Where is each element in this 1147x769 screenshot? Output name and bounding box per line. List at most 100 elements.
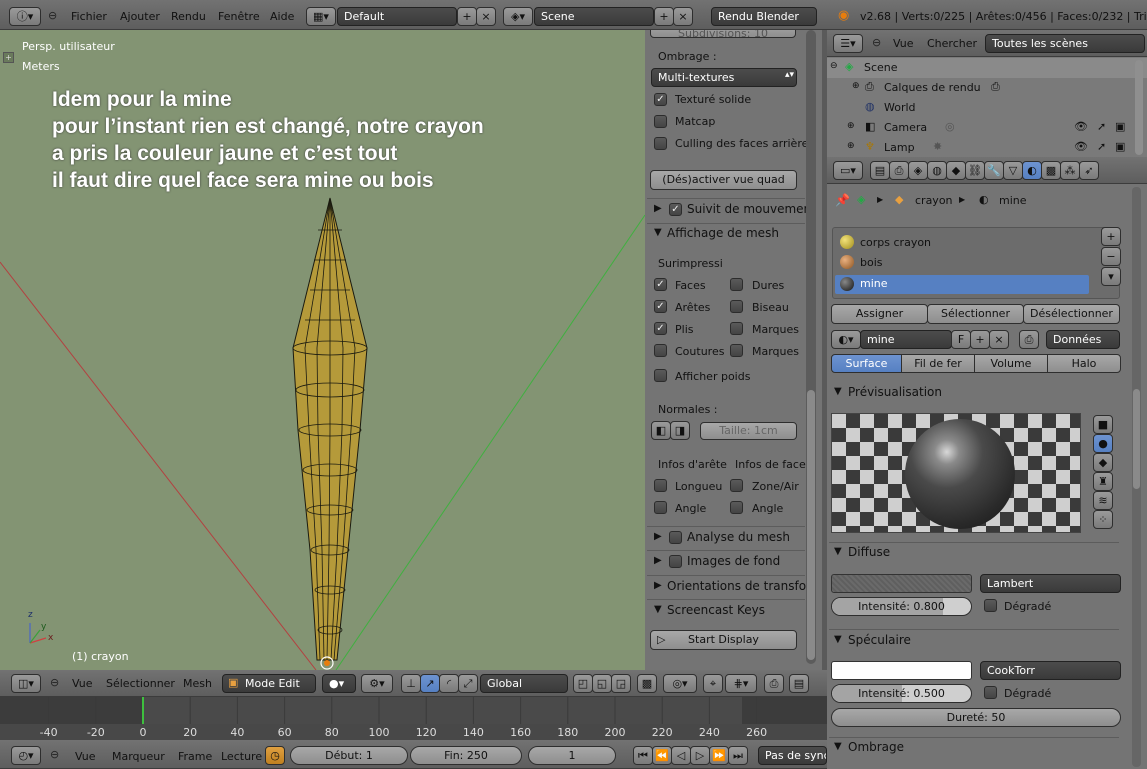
- add-material-icon[interactable]: +: [970, 330, 990, 349]
- preview-cube-icon[interactable]: ◆: [1093, 453, 1113, 472]
- start-frame-field[interactable]: Début: 1: [290, 746, 408, 765]
- visibility-eye-icon[interactable]: 👁: [1074, 140, 1088, 153]
- tab-layers-icon[interactable]: ⎙: [889, 161, 909, 180]
- vertex-select-icon[interactable]: ◰: [573, 674, 593, 693]
- outliner-filter-select[interactable]: Toutes les scènes: [985, 34, 1145, 53]
- textured-solid-checkbox[interactable]: ✓: [654, 93, 667, 106]
- tab-texture-icon[interactable]: ▩: [1041, 161, 1061, 180]
- menu-timeline-vue[interactable]: Vue: [75, 750, 96, 763]
- manipulator-toggle-icon[interactable]: ⊥: [401, 674, 421, 693]
- properties-scrollbar-thumb[interactable]: [1133, 389, 1140, 489]
- weights-checkbox[interactable]: [654, 369, 667, 382]
- outliner-row-camera[interactable]: ⊕ ◧ Camera ◎ 👁 ➚ ▣: [827, 118, 1147, 138]
- selectable-cursor-icon[interactable]: ➚: [1097, 120, 1106, 133]
- subdivisions-field[interactable]: Subdivisions: 10: [650, 30, 796, 38]
- tab-scene-icon[interactable]: ◈: [908, 161, 928, 180]
- sharp-checkbox[interactable]: [730, 278, 743, 291]
- preview-hair-icon[interactable]: ≋: [1093, 491, 1113, 510]
- menu-fenetre[interactable]: Fenêtre: [218, 10, 260, 23]
- panel-transform-orientations[interactable]: ▶ Orientations de transfor: [647, 579, 811, 601]
- specular-color-swatch[interactable]: [831, 661, 972, 680]
- menu-vue[interactable]: Vue: [72, 677, 93, 690]
- scene-icon[interactable]: ◈▾: [503, 7, 533, 26]
- end-frame-field[interactable]: Fin: 250: [410, 746, 522, 765]
- jump-start-icon[interactable]: ⏮: [633, 746, 653, 765]
- sync-mode-select[interactable]: Pas de sync: [758, 746, 827, 765]
- tab-material-icon[interactable]: ◐: [1022, 161, 1042, 180]
- specular-intensity-slider[interactable]: Intensité: 0.500: [831, 684, 972, 703]
- scale-manipulator-icon[interactable]: ⤢: [458, 674, 478, 693]
- outliner-row-render-layers[interactable]: ⊕ ⎙ Calques de rendu ⎙: [827, 78, 1147, 98]
- snap-element-icon[interactable]: ⋕▾: [725, 674, 757, 693]
- node-material-icon[interactable]: ⎙: [1019, 330, 1039, 349]
- expand-tree-icon[interactable]: ⊕: [847, 141, 855, 151]
- pivot-point-icon[interactable]: ⚙▾: [361, 674, 393, 693]
- background-images-checkbox[interactable]: [669, 555, 682, 568]
- editor-type-properties-icon[interactable]: ▭▾: [833, 161, 863, 180]
- layout-add-icon[interactable]: +: [457, 7, 477, 26]
- tab-data-icon[interactable]: ▽: [1003, 161, 1023, 180]
- material-browse-icon[interactable]: ◐▾: [831, 330, 861, 349]
- panel-screencast-keys[interactable]: ▼ Screencast Keys: [647, 603, 807, 625]
- vertex-normals-icon[interactable]: ◧: [651, 421, 671, 440]
- preview-monkey-icon[interactable]: ♜: [1093, 472, 1113, 491]
- collapse-icon[interactable]: ⊖: [50, 676, 59, 689]
- normal-size-field[interactable]: Taille: 1cm: [700, 422, 797, 440]
- bevel-checkbox[interactable]: [730, 300, 743, 313]
- motion-tracking-checkbox[interactable]: ✓: [669, 203, 682, 216]
- renderable-camera-icon[interactable]: ▣: [1115, 140, 1125, 153]
- backface-checkbox[interactable]: [654, 137, 667, 150]
- unlink-material-icon[interactable]: ×: [989, 330, 1009, 349]
- length-checkbox[interactable]: [654, 479, 667, 492]
- start-display-button[interactable]: ▷ Start Display: [650, 630, 797, 650]
- collapse-icon[interactable]: ⊖: [50, 748, 59, 761]
- tab-particles-icon[interactable]: ⁂: [1060, 161, 1080, 180]
- slot-row-corps-crayon[interactable]: corps crayon: [835, 235, 1119, 253]
- limit-selection-icon[interactable]: ▩: [637, 674, 657, 693]
- toggle-quad-view-button[interactable]: (Dés)activer vue quad: [650, 170, 797, 190]
- area-checkbox[interactable]: [730, 479, 743, 492]
- angle1-checkbox[interactable]: [654, 501, 667, 514]
- expand-tree-icon[interactable]: ⊕: [852, 81, 860, 91]
- panel-shading[interactable]: ▼ Ombrage: [829, 740, 1119, 762]
- play-reverse-icon[interactable]: ◁: [671, 746, 691, 765]
- face-select-icon[interactable]: ◲: [611, 674, 631, 693]
- menu-lecture[interactable]: Lecture: [221, 750, 262, 763]
- slot-menu-icon[interactable]: ▾: [1101, 267, 1121, 286]
- collapse-tree-icon[interactable]: ⊖: [830, 61, 838, 71]
- panel-mesh-display[interactable]: ▼ Affichage de mesh: [647, 226, 807, 248]
- diffuse-ramp-checkbox[interactable]: [984, 599, 997, 612]
- selectable-cursor-icon[interactable]: ➚: [1097, 140, 1106, 153]
- specular-ramp-checkbox[interactable]: [984, 686, 997, 699]
- mesh-analysis-checkbox[interactable]: [669, 531, 682, 544]
- jump-key-next-icon[interactable]: ⏩: [709, 746, 729, 765]
- hardness-field[interactable]: Dureté: 50: [831, 708, 1121, 727]
- outliner-row-lamp[interactable]: ⊕ ♆ Lamp ✸ 👁 ➚ ▣: [827, 138, 1147, 157]
- scene-add-icon[interactable]: +: [654, 7, 674, 26]
- render-opengl-icon[interactable]: ⎙: [764, 674, 784, 693]
- tab-wire[interactable]: Fil de fer: [901, 354, 975, 373]
- render-anim-icon[interactable]: ▤: [789, 674, 809, 693]
- editor-type-outliner-icon[interactable]: ☰▾: [833, 34, 863, 53]
- 3d-viewport[interactable]: z y x + Persp. utilisateur Meters Idem p…: [0, 30, 645, 670]
- outliner-scrollbar[interactable]: [1135, 60, 1143, 155]
- timeline-area[interactable]: -40 -20 0 20 40 60 80 100 120 140 160 180 200 220 240 2…: [0, 697, 827, 740]
- select-button[interactable]: Sélectionner: [927, 304, 1024, 324]
- info-editor-type-button[interactable]: ⓘ▾: [9, 7, 41, 26]
- renderable-camera-icon[interactable]: ▣: [1115, 120, 1125, 133]
- collapse-icon[interactable]: ⊖: [48, 9, 57, 22]
- menu-mesh[interactable]: Mesh: [183, 677, 212, 690]
- editor-type-3d-icon[interactable]: ◫▾: [11, 674, 41, 693]
- tab-modifiers-icon[interactable]: 🔧: [984, 161, 1004, 180]
- collapse-icon[interactable]: ⊖: [872, 36, 881, 49]
- specular-shader-select[interactable]: CookTorr: [980, 661, 1121, 680]
- tab-constraints-icon[interactable]: ⛓: [965, 161, 985, 180]
- menu-fichier[interactable]: Fichier: [71, 10, 107, 23]
- fake-user-button[interactable]: F: [951, 330, 971, 349]
- marks1-checkbox[interactable]: [730, 322, 743, 335]
- edge-select-icon[interactable]: ◱: [592, 674, 612, 693]
- seams-checkbox[interactable]: [654, 344, 667, 357]
- rotate-manipulator-icon[interactable]: ◜: [439, 674, 459, 693]
- expand-tree-icon[interactable]: ⊕: [847, 121, 855, 131]
- link-data-select[interactable]: Données: [1046, 330, 1120, 349]
